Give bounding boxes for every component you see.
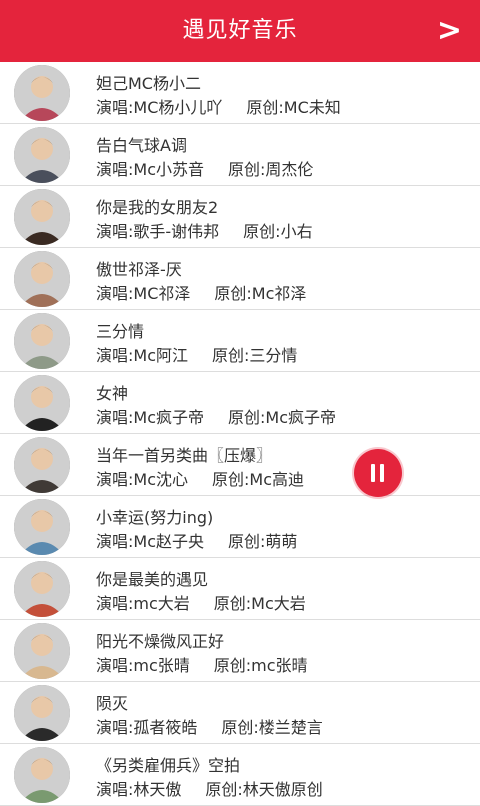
avatar (14, 251, 70, 307)
song-singer: 演唱:mc大岩 (96, 594, 190, 613)
song-meta: 演唱:林天傲 原创:林天傲原创 (96, 776, 323, 800)
song-original: 原创:萌萌 (228, 532, 298, 551)
pause-icon-bar (380, 464, 384, 482)
song-title: 当年一首另类曲〖压爆〗 (96, 446, 273, 465)
avatar-image (14, 375, 70, 431)
song-list-item[interactable]: 小幸运(努力ing) 演唱:Mc赵子央 原创:萌萌 (0, 496, 480, 558)
song-meta: 演唱:Mc阿江 原创:三分情 (96, 342, 297, 366)
song-title: 你是最美的遇见 (96, 570, 209, 589)
song-meta: 演唱:Mc赵子央 原创:萌萌 (96, 528, 297, 552)
song-title: 女神 (96, 384, 129, 403)
avatar-image (14, 561, 70, 617)
avatar (14, 561, 70, 617)
song-list-item[interactable]: 告白气球A调 演唱:Mc小苏音 原创:周杰伦 (0, 124, 480, 186)
song-list: 妲己MC杨小二 演唱:MC杨小儿吖 原创:MC未知 告白气球A调 演唱:Mc小苏音 原创:… (0, 62, 480, 806)
avatar-image (14, 623, 70, 679)
song-singer: 演唱:mc张晴 (96, 656, 190, 675)
song-meta: 演唱:歌手-谢伟邦 原创:小右 (96, 218, 313, 242)
song-singer: 演唱:歌手-谢伟邦 (96, 222, 220, 241)
song-title: 告白气球A调 (96, 136, 187, 155)
avatar-image (14, 437, 70, 493)
song-meta: 演唱:mc张晴 原创:mc张晴 (96, 652, 308, 676)
avatar (14, 685, 70, 741)
avatar (14, 313, 70, 369)
avatar-image (14, 251, 70, 307)
avatar (14, 189, 70, 245)
song-original: 原创:三分情 (212, 346, 298, 365)
app-title: 遇见好音乐 (182, 18, 298, 43)
avatar-image (14, 127, 70, 183)
song-singer: 演唱:Mc小苏音 (96, 160, 204, 179)
song-original: 原创:林天傲原创 (205, 780, 323, 799)
avatar (14, 747, 70, 803)
song-title: 你是我的女朋友2 (96, 198, 219, 217)
song-singer: 演唱:Mc赵子央 (96, 532, 204, 551)
song-list-item[interactable]: 《另类雇佣兵》空拍 演唱:林天傲 原创:林天傲原创 (0, 744, 480, 806)
song-title: 《另类雇佣兵》空拍 (96, 756, 241, 775)
song-title: 阳光不燥微风正好 (96, 632, 225, 651)
song-singer: 演唱:MC杨小儿吖 (96, 98, 223, 117)
song-list-item[interactable]: 你是我的女朋友2 演唱:歌手-谢伟邦 原创:小右 (0, 186, 480, 248)
song-meta: 演唱:Mc小苏音 原创:周杰伦 (96, 156, 313, 180)
song-meta: 演唱:Mc沈心 原创:Mc高迪 (96, 466, 304, 490)
avatar-image (14, 747, 70, 803)
song-original: 原创:MC未知 (246, 98, 341, 117)
pause-icon-bar (371, 464, 375, 482)
song-original: 原创:Mc疯子帝 (228, 408, 336, 427)
song-list-item[interactable]: 妲己MC杨小二演唱:MC杨小儿吖 原创:MC未知 (0, 62, 480, 124)
song-singer: 演唱:Mc沈心 (96, 470, 188, 489)
song-title: 三分情 (96, 322, 145, 341)
avatar (14, 65, 70, 121)
song-title: 陨灭 (96, 694, 129, 713)
song-list-item[interactable]: 傲世祁泽-厌 演唱:MC祁泽 原创:Mc祁泽 (0, 248, 480, 310)
song-singer: 演唱:MC祁泽 (96, 284, 191, 303)
song-list-item[interactable]: 陨灭演唱:孤者筱皓 原创:楼兰楚言 (0, 682, 480, 744)
song-singer: 演唱:林天傲 (96, 780, 182, 799)
app-header: 遇见好音乐 > (0, 0, 480, 62)
avatar-image (14, 313, 70, 369)
avatar-image (14, 499, 70, 555)
song-list-item[interactable]: 你是最美的遇见 演唱:mc大岩 原创:Mc大岩 (0, 558, 480, 620)
avatar (14, 499, 70, 555)
avatar (14, 623, 70, 679)
song-list-item[interactable]: 女神演唱:Mc疯子帝 原创:Mc疯子帝 (0, 372, 480, 434)
song-original: 原创:周杰伦 (228, 160, 314, 179)
song-original: 原创:mc张晴 (213, 656, 308, 675)
song-singer: 演唱:Mc疯子帝 (96, 408, 204, 427)
song-singer: 演唱:Mc阿江 (96, 346, 188, 365)
song-original: 原创:Mc高迪 (212, 470, 304, 489)
song-meta: 演唱:mc大岩 原创:Mc大岩 (96, 590, 306, 614)
song-original: 原创:Mc大岩 (213, 594, 306, 613)
song-original: 原创:楼兰楚言 (221, 718, 323, 737)
avatar (14, 375, 70, 431)
song-title: 傲世祁泽-厌 (96, 260, 182, 279)
song-meta: 演唱:MC杨小儿吖 原创:MC未知 (96, 94, 341, 118)
song-list-item[interactable]: 当年一首另类曲〖压爆〗 演唱:Mc沈心 原创:Mc高迪 (0, 434, 480, 496)
avatar-image (14, 65, 70, 121)
avatar (14, 127, 70, 183)
song-list-item[interactable]: 阳光不燥微风正好 演唱:mc张晴 原创:mc张晴 (0, 620, 480, 682)
song-title: 小幸运(努力ing) (96, 508, 214, 527)
song-singer: 演唱:孤者筱皓 (96, 718, 198, 737)
avatar (14, 437, 70, 493)
song-title: 妲己MC杨小二 (96, 74, 201, 93)
avatar-image (14, 189, 70, 245)
song-original: 原创:Mc祁泽 (214, 284, 307, 303)
song-original: 原创:小右 (243, 222, 313, 241)
next-button[interactable]: > (437, 8, 462, 54)
song-list-item[interactable]: 三分情演唱:Mc阿江 原创:三分情 (0, 310, 480, 372)
song-meta: 演唱:孤者筱皓 原创:楼兰楚言 (96, 714, 323, 738)
song-meta: 演唱:MC祁泽 原创:Mc祁泽 (96, 280, 306, 304)
avatar-image (14, 685, 70, 741)
song-meta: 演唱:Mc疯子帝 原创:Mc疯子帝 (96, 404, 336, 428)
pause-button[interactable] (354, 449, 402, 497)
